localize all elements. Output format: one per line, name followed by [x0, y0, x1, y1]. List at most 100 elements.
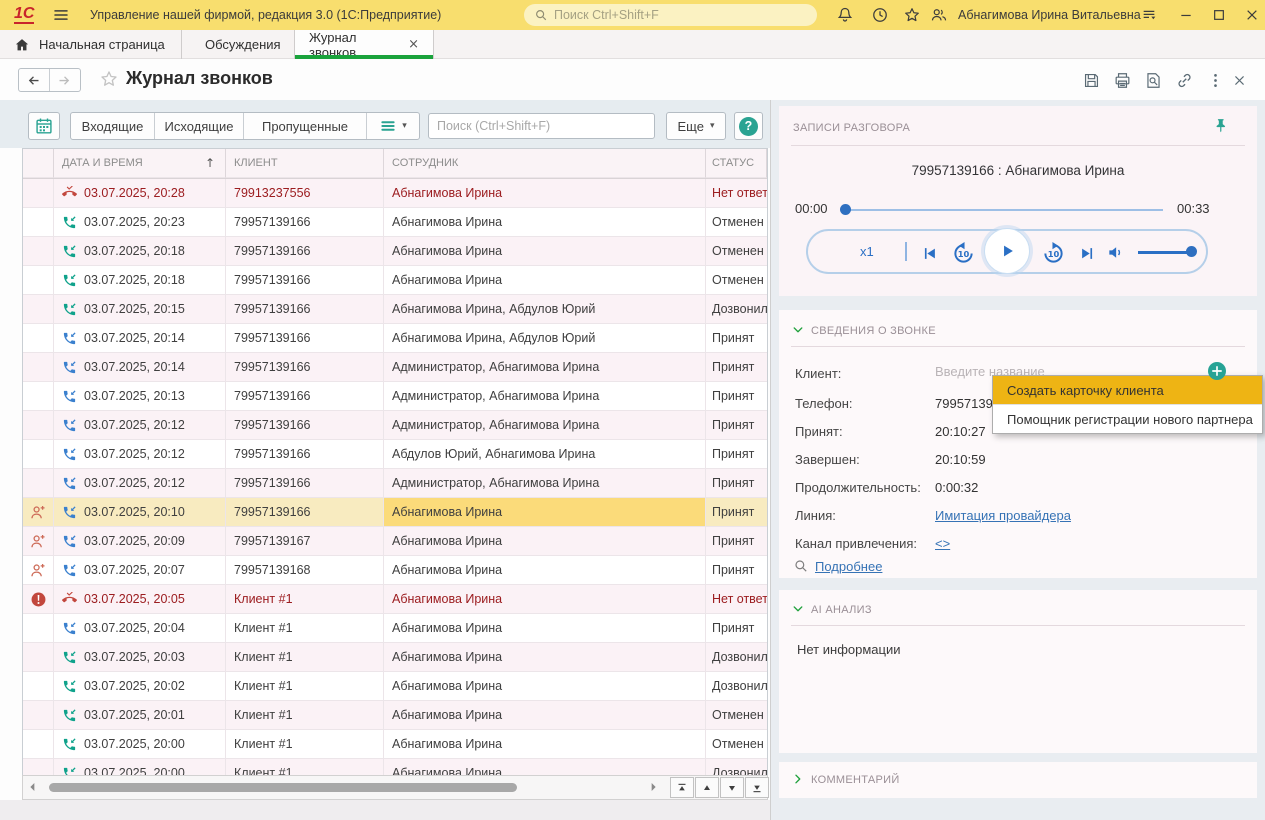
call-client-cell[interactable]: 79957139166 [226, 353, 384, 382]
call-datetime-cell[interactable]: 03.07.2025, 20:03 [54, 643, 226, 672]
tab-discussions[interactable]: Обсуждения [182, 30, 295, 59]
details-link[interactable]: Подробнее [815, 559, 882, 574]
call-row[interactable]: 03.07.2025, 20:0779957139168Абнагимова И… [23, 556, 767, 585]
list-search-input[interactable] [437, 119, 646, 133]
call-employee-cell[interactable]: Абнагимова Ирина [384, 701, 706, 730]
main-menu-icon[interactable] [52, 6, 70, 24]
get-link-icon[interactable] [1175, 71, 1194, 90]
print-preview-icon[interactable] [1144, 71, 1163, 90]
call-datetime-cell[interactable]: 03.07.2025, 20:10 [54, 498, 226, 527]
tab-call-log[interactable]: Журнал звонков × [295, 30, 434, 59]
maximize-icon[interactable] [1211, 7, 1227, 23]
forward-10-icon[interactable]: 10 [1041, 241, 1066, 266]
call-employee-cell[interactable]: Администратор, Абнагимова Ирина [384, 382, 706, 411]
scroll-left-icon[interactable] [25, 778, 41, 796]
notifications-icon[interactable] [836, 6, 854, 24]
call-status-cell[interactable]: Дозвонились [706, 759, 767, 775]
call-datetime-cell[interactable]: 03.07.2025, 20:15 [54, 295, 226, 324]
call-employee-cell[interactable]: Администратор, Абнагимова Ирина [384, 411, 706, 440]
service-menu-icon[interactable] [1141, 7, 1157, 23]
call-datetime-cell[interactable]: 03.07.2025, 20:07 [54, 556, 226, 585]
call-row[interactable]: 03.07.2025, 20:1879957139166Абнагимова И… [23, 237, 767, 266]
call-client-cell[interactable]: 79957139167 [226, 527, 384, 556]
call-employee-cell[interactable]: Абнагимова Ирина [384, 614, 706, 643]
collapse-icon[interactable] [791, 323, 805, 337]
call-row[interactable]: 03.07.2025, 20:04Клиент #1Абнагимова Ири… [23, 614, 767, 643]
call-employee-cell[interactable]: Абнагимова Ирина [384, 585, 706, 614]
call-status-cell[interactable]: Принят [706, 353, 767, 382]
global-search-input[interactable] [554, 8, 794, 22]
help-button[interactable]: ? [734, 112, 763, 140]
call-row[interactable]: 03.07.2025, 20:1279957139166Администрато… [23, 411, 767, 440]
call-datetime-cell[interactable]: 03.07.2025, 20:14 [54, 324, 226, 353]
filter-incoming-button[interactable]: Входящие [71, 113, 155, 139]
print-icon[interactable] [1113, 71, 1132, 90]
more-actions-icon[interactable] [1206, 71, 1225, 90]
call-row[interactable]: 03.07.2025, 20:05Клиент #1Абнагимова Ири… [23, 585, 767, 614]
call-row[interactable]: 03.07.2025, 20:2879913237556Абнагимова И… [23, 179, 767, 208]
call-status-cell[interactable]: Дозвонились [706, 643, 767, 672]
call-employee-cell[interactable]: Абнагимова Ирина [384, 527, 706, 556]
call-row[interactable]: 03.07.2025, 20:1079957139166Абнагимова И… [23, 498, 767, 527]
call-status-cell[interactable]: Нет ответа [706, 585, 767, 614]
scroll-right-icon[interactable] [645, 778, 661, 796]
call-employee-cell[interactable]: Абнагимова Ирина [384, 266, 706, 295]
call-employee-cell[interactable]: Администратор, Абнагимова Ирина [384, 353, 706, 382]
pin-icon[interactable] [1212, 117, 1230, 135]
scrollbar-thumb[interactable] [49, 783, 517, 792]
call-row[interactable]: 03.07.2025, 20:1479957139166Абнагимова И… [23, 324, 767, 353]
minimize-icon[interactable] [1178, 7, 1194, 23]
rewind-10-icon[interactable]: 10 [951, 241, 976, 266]
collapse-icon[interactable] [791, 602, 805, 616]
call-row[interactable]: 03.07.2025, 20:02Клиент #1Абнагимова Ири… [23, 672, 767, 701]
call-employee-cell[interactable]: Абнагимова Ирина [384, 237, 706, 266]
call-status-cell[interactable]: Принят [706, 382, 767, 411]
list-settings-button[interactable]: ▾ [367, 113, 419, 139]
favorites-icon[interactable] [903, 6, 921, 24]
call-status-cell[interactable]: Принят [706, 498, 767, 527]
call-status-cell[interactable]: Принят [706, 411, 767, 440]
call-employee-cell[interactable]: Абнагимова Ирина, Абдулов Юрий [384, 295, 706, 324]
call-client-cell[interactable]: Клиент #1 [226, 672, 384, 701]
menu-item-create-client-card[interactable]: Создать карточку клиента [993, 376, 1262, 405]
call-datetime-cell[interactable]: 03.07.2025, 20:02 [54, 672, 226, 701]
call-client-cell[interactable]: 79957139166 [226, 266, 384, 295]
call-datetime-cell[interactable]: 03.07.2025, 20:09 [54, 527, 226, 556]
call-employee-cell[interactable]: Абнагимова Ирина [384, 759, 706, 775]
scroll-up-button[interactable] [695, 777, 719, 798]
header-status[interactable]: СТАТУС [706, 149, 767, 178]
line-link[interactable]: Имитация провайдера [935, 508, 1071, 523]
call-employee-cell[interactable]: Абнагимова Ирина, Абдулов Юрий [384, 324, 706, 353]
forward-button[interactable] [50, 69, 80, 91]
call-row[interactable]: 03.07.2025, 20:1379957139166Администрато… [23, 382, 767, 411]
list-search-field[interactable] [428, 113, 655, 139]
period-calendar-button[interactable] [28, 112, 60, 140]
call-status-cell[interactable]: Отменен [706, 266, 767, 295]
call-datetime-cell[interactable]: 03.07.2025, 20:04 [54, 614, 226, 643]
global-search[interactable] [524, 4, 817, 26]
call-row[interactable]: 03.07.2025, 20:1279957139166Абдулов Юрий… [23, 440, 767, 469]
call-client-cell[interactable]: 79957139168 [226, 556, 384, 585]
call-employee-cell[interactable]: Абнагимова Ирина [384, 672, 706, 701]
channel-link[interactable]: <> [935, 536, 950, 551]
call-client-cell[interactable]: 79957139166 [226, 469, 384, 498]
call-datetime-cell[interactable]: 03.07.2025, 20:00 [54, 730, 226, 759]
call-status-cell[interactable]: Принят [706, 614, 767, 643]
call-status-cell[interactable]: Принят [706, 527, 767, 556]
save-icon[interactable] [1082, 71, 1101, 90]
current-user[interactable]: Абнагимова Ирина Витальевна [958, 8, 1141, 22]
play-button[interactable] [984, 228, 1030, 274]
call-datetime-cell[interactable]: 03.07.2025, 20:12 [54, 411, 226, 440]
call-client-cell[interactable]: 79957139166 [226, 324, 384, 353]
next-track-icon[interactable] [1078, 244, 1097, 263]
call-client-cell[interactable]: 79957139166 [226, 411, 384, 440]
expand-icon[interactable] [791, 772, 805, 786]
back-button[interactable] [19, 69, 50, 91]
previous-track-icon[interactable] [920, 244, 939, 263]
call-client-cell[interactable]: Клиент #1 [226, 643, 384, 672]
call-status-cell[interactable]: Отменен [706, 237, 767, 266]
call-client-cell[interactable]: Клиент #1 [226, 585, 384, 614]
call-row[interactable]: 03.07.2025, 20:03Клиент #1Абнагимова Ири… [23, 643, 767, 672]
call-client-cell[interactable]: 79957139166 [226, 295, 384, 324]
call-client-cell[interactable]: Клиент #1 [226, 730, 384, 759]
